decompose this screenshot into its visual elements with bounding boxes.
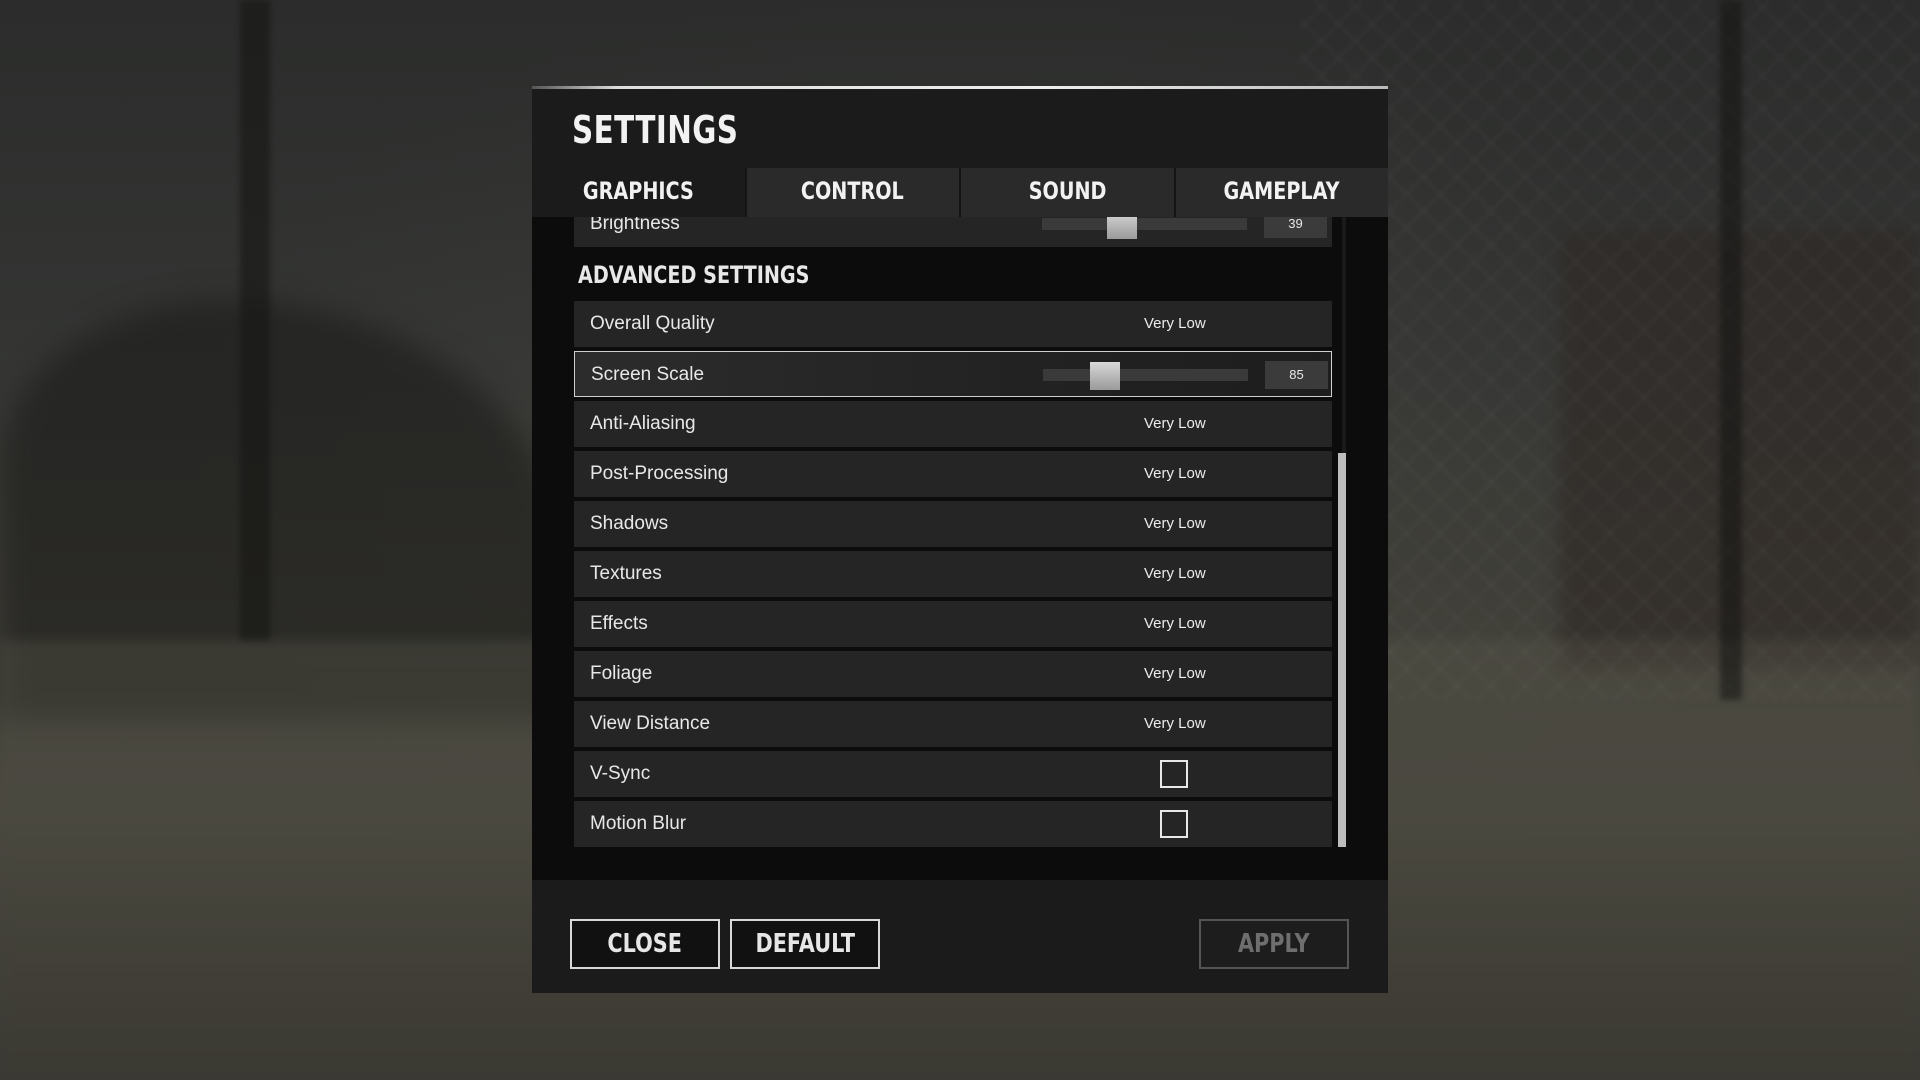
screen-scale-slider-thumb[interactable]	[1089, 362, 1120, 390]
setting-value[interactable]: Very Low	[1144, 551, 1206, 597]
setting-label: Post-Processing	[590, 463, 729, 484]
tab-graphics-label: GRAPHICS	[582, 177, 694, 205]
setting-label: View Distance	[590, 713, 711, 734]
setting-label: Shadows	[590, 513, 669, 534]
close-button-label: CLOSE	[607, 929, 683, 959]
setting-value[interactable]: Very Low	[1144, 451, 1206, 497]
motion-blur-checkbox[interactable]	[1160, 810, 1188, 838]
background-post	[240, 0, 270, 640]
tab-gameplay[interactable]: GAMEPLAY	[1173, 168, 1388, 217]
default-button[interactable]: DEFAULT	[730, 919, 880, 969]
setting-value[interactable]: Very Low	[1144, 501, 1206, 547]
screen-scale-slider[interactable]	[1043, 362, 1248, 390]
vsync-checkbox[interactable]	[1160, 760, 1188, 788]
brightness-slider-thumb[interactable]	[1106, 217, 1137, 239]
close-button[interactable]: CLOSE	[570, 919, 720, 969]
tab-bar: GRAPHICS CONTROL SOUND GAMEPLAY	[532, 168, 1388, 217]
setting-value[interactable]: Very Low	[1144, 701, 1206, 747]
setting-row-brightness[interactable]: Brightness 39	[574, 217, 1332, 247]
setting-row-anti-aliasing[interactable]: Anti-Aliasing Very Low	[574, 401, 1332, 447]
setting-row-overall-quality[interactable]: Overall Quality Very Low	[574, 301, 1332, 347]
screen-scale-value: 85	[1265, 361, 1328, 389]
setting-label: Brightness	[590, 217, 680, 234]
setting-row-effects[interactable]: Effects Very Low	[574, 601, 1332, 647]
setting-row-vsync[interactable]: V-Sync	[574, 751, 1332, 797]
setting-value[interactable]: Very Low	[1144, 651, 1206, 697]
settings-content: Brightness 39 ADVANCED SETTINGS Overall …	[532, 217, 1388, 880]
background-fence	[1300, 0, 1920, 700]
tab-control[interactable]: CONTROL	[744, 168, 959, 217]
setting-label: Overall Quality	[590, 313, 715, 334]
tab-gameplay-label: GAMEPLAY	[1223, 177, 1340, 205]
setting-label: Anti-Aliasing	[590, 413, 696, 434]
tab-graphics[interactable]: GRAPHICS	[532, 168, 745, 217]
setting-row-textures[interactable]: Textures Very Low	[574, 551, 1332, 597]
setting-label: V-Sync	[590, 763, 651, 784]
setting-row-motion-blur[interactable]: Motion Blur	[574, 801, 1332, 847]
setting-label: Motion Blur	[590, 813, 687, 834]
apply-button-label: APPLY	[1238, 929, 1310, 959]
setting-value[interactable]: Very Low	[1144, 401, 1206, 447]
setting-row-post-processing[interactable]: Post-Processing Very Low	[574, 451, 1332, 497]
setting-value[interactable]: Very Low	[1144, 601, 1206, 647]
setting-label: Screen Scale	[591, 364, 705, 385]
dialog-footer: CLOSE DEFAULT APPLY	[532, 894, 1388, 993]
setting-label: Effects	[590, 613, 648, 634]
tab-sound[interactable]: SOUND	[959, 168, 1174, 217]
brightness-slider[interactable]	[1042, 217, 1247, 239]
background-post	[1720, 0, 1742, 700]
scrollbar-thumb[interactable]	[1338, 453, 1346, 847]
setting-value[interactable]: Very Low	[1144, 301, 1206, 347]
setting-label: Foliage	[590, 663, 653, 684]
tab-sound-label: SOUND	[1028, 177, 1107, 205]
settings-dialog: SETTINGS GRAPHICS CONTROL SOUND GAMEPLAY…	[532, 86, 1388, 993]
apply-button[interactable]: APPLY	[1199, 919, 1349, 969]
setting-row-shadows[interactable]: Shadows Very Low	[574, 501, 1332, 547]
dialog-title: SETTINGS	[572, 108, 739, 152]
setting-row-foliage[interactable]: Foliage Very Low	[574, 651, 1332, 697]
dialog-top-border	[532, 86, 1388, 89]
default-button-label: DEFAULT	[755, 929, 855, 959]
setting-row-view-distance[interactable]: View Distance Very Low	[574, 701, 1332, 747]
setting-label: Textures	[590, 563, 662, 584]
tab-control-label: CONTROL	[801, 177, 905, 205]
setting-row-screen-scale[interactable]: Screen Scale 85	[574, 351, 1332, 397]
section-title-advanced: ADVANCED SETTINGS	[578, 261, 810, 289]
brightness-value: 39	[1264, 217, 1327, 238]
